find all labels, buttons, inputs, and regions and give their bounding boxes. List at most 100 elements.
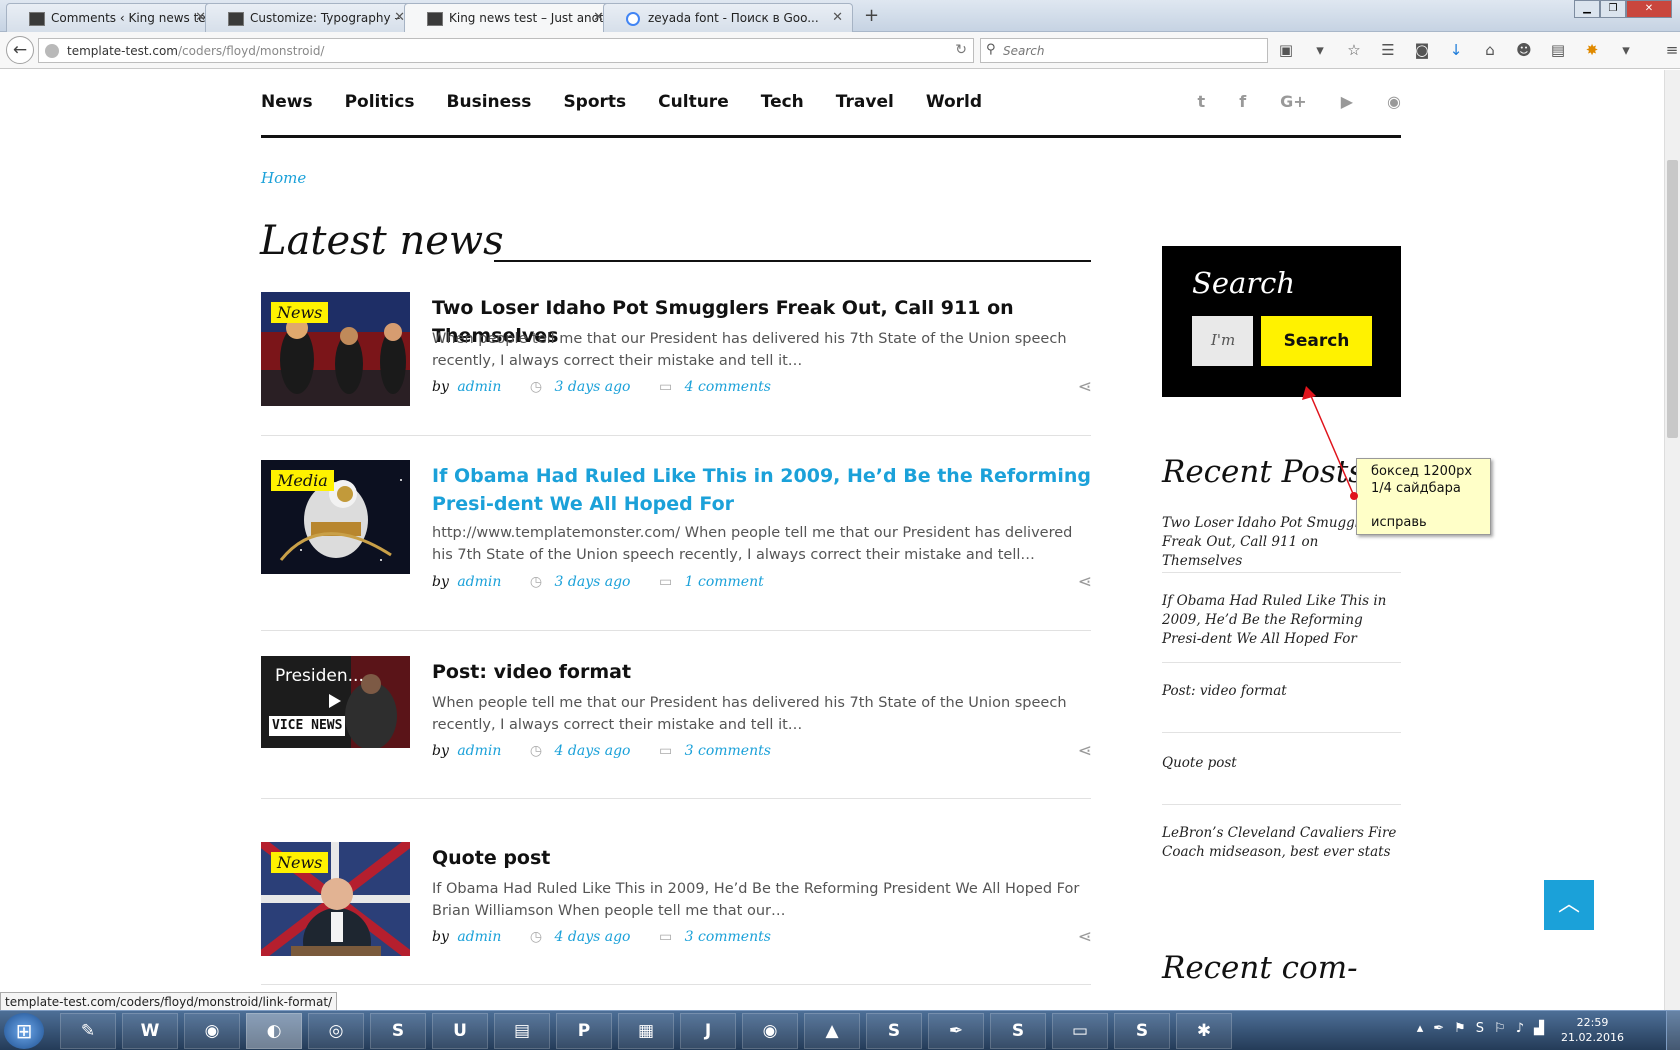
comments-link[interactable]: 3 comments	[685, 743, 771, 759]
youtube-icon[interactable]: ▶	[1341, 92, 1353, 111]
avast-icon[interactable]: ▲	[804, 1013, 860, 1049]
author-link[interactable]: admin	[457, 929, 501, 945]
bookmark-star-icon[interactable]: ☆	[1344, 40, 1364, 60]
category-badge[interactable]: News	[271, 302, 329, 323]
recent-post-link[interactable]: Post: video format	[1162, 682, 1401, 701]
pdf-icon[interactable]: P	[556, 1013, 612, 1049]
share-icon[interactable]: ⋖	[1078, 572, 1092, 592]
browser-tab-active[interactable]: King news test – Just anoth... ✕	[404, 3, 614, 32]
chat-icon[interactable]: ☻	[1514, 40, 1534, 60]
minimize-icon[interactable]: ▁	[1574, 0, 1600, 18]
post-thumbnail[interactable]: Media	[261, 460, 410, 574]
category-badge[interactable]: News	[271, 852, 329, 873]
dropdown-icon[interactable]: ▾	[1616, 40, 1636, 60]
page-scrollbar[interactable]	[1664, 70, 1680, 1010]
action-center-flag-icon[interactable]: ⚐	[1494, 1021, 1506, 1036]
nav-item-tech[interactable]: Tech	[761, 92, 804, 112]
firebug-icon[interactable]: ✸	[1582, 40, 1602, 60]
date-link[interactable]: 4 days ago	[555, 929, 631, 945]
search-button[interactable]: Search	[1261, 316, 1372, 366]
dropdown-icon[interactable]: ▾	[1310, 40, 1330, 60]
tray-pen-icon[interactable]: ✒	[1433, 1021, 1444, 1036]
rss-icon[interactable]: ◉	[1387, 92, 1401, 111]
search-input[interactable]: I'm	[1192, 316, 1253, 366]
network-icon[interactable]: ▟	[1534, 1021, 1544, 1036]
home-icon[interactable]: ⌂	[1480, 40, 1500, 60]
screenshot-icon[interactable]: ▣	[1276, 40, 1296, 60]
comments-link[interactable]: 4 comments	[685, 379, 771, 395]
category-badge[interactable]: Media	[271, 470, 334, 491]
recent-post-link[interactable]: If Obama Had Ruled Like This in 2009, He…	[1162, 592, 1401, 649]
google-plus-icon[interactable]: G+	[1280, 92, 1307, 111]
notepad-icon[interactable]: ✎	[60, 1013, 116, 1049]
share-icon[interactable]: ⋖	[1078, 741, 1092, 761]
site-info-icon[interactable]	[45, 44, 59, 58]
chrome-icon[interactable]: ◉	[184, 1013, 240, 1049]
post-title[interactable]: Quote post	[432, 844, 1092, 872]
sublime-icon[interactable]: S	[370, 1013, 426, 1049]
wot-icon[interactable]: W	[122, 1013, 178, 1049]
breadcrumb-home[interactable]: Home	[261, 169, 306, 187]
close-window-icon[interactable]: ✕	[1626, 0, 1672, 18]
video-thumbnail[interactable]: Presiden... VICE NEWS	[261, 656, 410, 748]
browser-tab[interactable]: Customize: Typography – ... ✕	[205, 3, 415, 32]
new-tab-button[interactable]: +	[864, 5, 879, 26]
clock[interactable]: 22:59 21.02.2016	[1561, 1015, 1624, 1045]
recent-post-link[interactable]: Quote post	[1162, 754, 1401, 773]
nav-item-culture[interactable]: Culture	[658, 92, 729, 112]
volume-icon[interactable]: ♪	[1516, 1021, 1524, 1036]
show-desktop-button[interactable]	[1666, 1011, 1680, 1050]
facebook-icon[interactable]: f	[1239, 92, 1246, 111]
comments-link[interactable]: 3 comments	[685, 929, 771, 945]
nav-item-world[interactable]: World	[926, 92, 982, 112]
date-link[interactable]: 3 days ago	[555, 379, 631, 395]
browser-search-input[interactable]: ⚲ Search	[980, 38, 1268, 63]
download-icon[interactable]: ↓	[1446, 40, 1466, 60]
twitter-icon[interactable]: t	[1198, 92, 1206, 111]
close-tab-icon[interactable]: ✕	[832, 10, 843, 25]
start-button[interactable]: ⊞	[4, 1013, 44, 1049]
browser-tab[interactable]: zeyada font - Поиск в Goo... ✕	[603, 3, 853, 32]
bookmarks-list-icon[interactable]: ☰	[1378, 40, 1398, 60]
menu-icon[interactable]: ≡	[1662, 40, 1680, 60]
date-link[interactable]: 4 days ago	[555, 743, 631, 759]
author-link[interactable]: admin	[457, 379, 501, 395]
nav-item-business[interactable]: Business	[447, 92, 532, 112]
maximize-icon[interactable]: ❐	[1600, 0, 1626, 18]
comments-link[interactable]: 1 comment	[685, 574, 764, 590]
back-button[interactable]: ←	[6, 36, 34, 64]
pocket-icon[interactable]: ◙	[1412, 40, 1432, 60]
post-title[interactable]: Post: video format	[432, 658, 1092, 686]
nav-item-politics[interactable]: Politics	[345, 92, 415, 112]
chrome-icon[interactable]: ◉	[742, 1013, 798, 1049]
post-thumbnail[interactable]: News	[261, 842, 410, 956]
nav-item-travel[interactable]: Travel	[836, 92, 894, 112]
post-thumbnail[interactable]: News	[261, 292, 410, 406]
share-icon[interactable]: ⋖	[1078, 377, 1092, 397]
jetbrains-icon[interactable]: J	[680, 1013, 736, 1049]
nav-item-sports[interactable]: Sports	[563, 92, 626, 112]
author-link[interactable]: admin	[457, 574, 501, 590]
reload-icon[interactable]: ↻	[955, 42, 967, 58]
post-title[interactable]: If Obama Had Ruled Like This in 2009, He…	[432, 462, 1092, 518]
eye-icon[interactable]: ◎	[308, 1013, 364, 1049]
browser-tab[interactable]: Comments ‹ King news tes... ✕	[6, 3, 216, 32]
nav-item-news[interactable]: News	[261, 92, 313, 112]
bug-icon[interactable]: ✱	[1176, 1013, 1232, 1049]
scroll-to-top-button[interactable]: ︿	[1544, 880, 1594, 930]
skype-s-icon[interactable]: S	[990, 1013, 1046, 1049]
icon-u[interactable]: U	[432, 1013, 488, 1049]
scrollbar-thumb[interactable]	[1667, 160, 1678, 438]
skype-icon[interactable]: S	[1114, 1013, 1170, 1049]
floppy-icon[interactable]: ▤	[494, 1013, 550, 1049]
s-icon[interactable]: S	[866, 1013, 922, 1049]
recent-post-link[interactable]: LeBron’s Cleveland Cavaliers Fire Coach …	[1162, 824, 1401, 862]
language-flag-icon[interactable]: ⚑	[1454, 1021, 1466, 1036]
author-link[interactable]: admin	[457, 743, 501, 759]
date-link[interactable]: 3 days ago	[555, 574, 631, 590]
feather-icon[interactable]: ✒	[928, 1013, 984, 1049]
tray-s-icon[interactable]: S	[1476, 1021, 1484, 1036]
addon-icon[interactable]: ▤	[1548, 40, 1568, 60]
firefox-icon[interactable]: ◐	[246, 1013, 302, 1049]
folder-icon[interactable]: ▭	[1052, 1013, 1108, 1049]
